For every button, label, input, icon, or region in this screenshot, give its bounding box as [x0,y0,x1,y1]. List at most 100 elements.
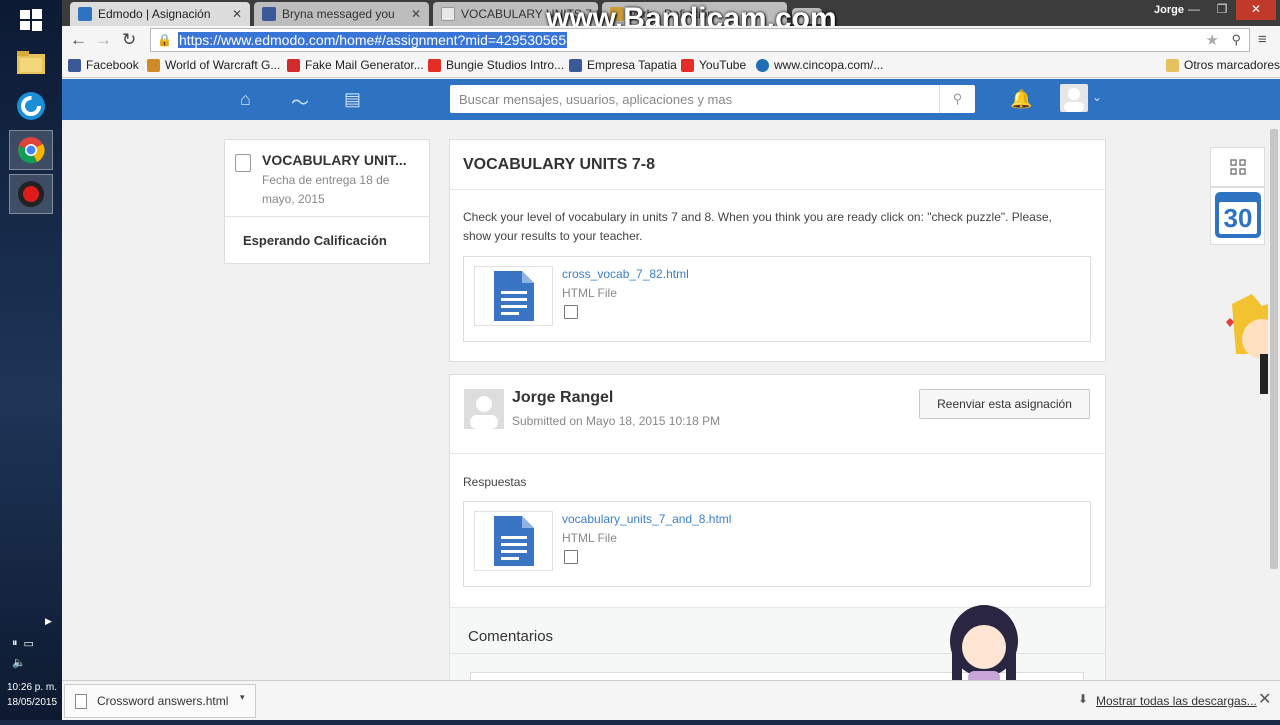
file-name-link[interactable]: cross_vocab_7_82.html [562,267,689,281]
apps-grid-icon[interactable] [1210,147,1265,187]
avatar[interactable] [464,389,504,429]
download-item[interactable]: Crossword answers.html [64,684,256,718]
maximize-button[interactable]: ❐ [1208,0,1236,20]
facebook-favicon-icon [262,7,276,21]
bandicam-record-icon[interactable] [9,174,53,214]
chrome-menu-icon[interactable]: ≡ [1258,31,1267,48]
forward-arrow-icon[interactable]: → [95,30,112,50]
edmodo-page: ⌂ 〜 ▤ Buscar mensajes, usuarios, aplicac… [62,79,1280,680]
attachment-box[interactable]: cross_vocab_7_82.html HTML File [463,256,1091,342]
windows-start-icon[interactable] [9,0,53,40]
assignment-summary-title[interactable]: VOCABULARY UNIT... [262,152,407,168]
cincopa-icon [756,58,769,72]
document-icon [493,271,534,321]
scrollbar-thumb[interactable] [1270,129,1278,569]
grading-status: Esperando Calificación [243,233,387,248]
file-type: HTML File [562,531,617,545]
tray-expand-icon[interactable]: ▶ [45,616,52,627]
close-window-button[interactable]: ✕ [1236,0,1276,20]
windows-taskbar: ▶ ⏸ ▭ 🔈 10:26 p. m. 18/05/2015 [0,0,62,720]
chrome-window: Edmodo | Asignación ✕ Bryna messaged you… [62,0,1280,720]
extension-icon[interactable]: ⚲ [1231,32,1241,48]
close-icon[interactable]: ✕ [1258,689,1271,709]
clock-date: 18/05/2015 [6,697,58,708]
show-all-downloads-link[interactable]: Mostrar todas las descargas... [1096,694,1257,708]
chevron-down-icon[interactable]: ⌄ [1092,90,1102,104]
downloads-bar: Crossword answers.html ▾ ⬇ Mostrar todas… [62,680,1280,720]
download-arrow-icon: ⬇ [1078,692,1089,706]
download-menu-caret-icon[interactable]: ▾ [240,692,245,703]
search-input[interactable]: Buscar mensajes, usuarios, aplicaciones … [450,85,975,113]
file-explorer-icon[interactable] [9,42,53,82]
bookmarks-bar: Facebook World of Warcraft G... Fake Mai… [62,54,1280,78]
lock-icon: 🔒 [157,33,172,47]
bookmark-cincopa[interactable]: www.cincopa.com/... [756,58,883,72]
clock-time: 10:26 p. m. [6,682,58,693]
tab-title: Edmodo | Asignación [98,7,211,21]
bookmark-wow[interactable]: World of Warcraft G... [147,58,280,72]
chrome-icon[interactable] [9,130,53,170]
app-c-icon[interactable] [9,86,53,126]
file-type: HTML File [562,286,617,300]
calendar-icon: 30 [1215,192,1261,238]
close-tab-icon[interactable]: ✕ [411,7,421,21]
responses-label: Respuestas [463,475,527,489]
bookmark-empresa-tapatia[interactable]: Empresa Tapatia [569,58,677,72]
file-name-link[interactable]: vocabulary_units_7_and_8.html [562,512,731,526]
reload-icon[interactable]: ↻ [122,30,136,50]
download-file-name: Crossword answers.html [97,694,229,708]
volume-icon[interactable]: 🔈 [12,656,34,669]
bookmark-fake-mail[interactable]: Fake Mail Generator... [287,58,424,72]
tab-edmodo[interactable]: Edmodo | Asignación ✕ [70,2,250,26]
fake-mail-icon [287,58,300,72]
bookmark-bungie[interactable]: Bungie Studios Intro... [428,58,564,72]
avatar[interactable] [1060,84,1088,112]
resend-assignment-button[interactable]: Reenviar esta asignación [919,389,1090,419]
calendar-widget[interactable]: 30 [1210,187,1265,245]
bookmark-facebook[interactable]: Facebook [68,58,139,72]
file-thumbnail[interactable] [474,511,553,571]
response-attachment-box[interactable]: vocabulary_units_7_and_8.html HTML File [463,501,1091,587]
facebook-icon [569,58,582,72]
home-icon[interactable]: ⌂ [240,89,251,110]
system-tray[interactable]: ⏸ ▭ 🔈 [12,637,34,669]
youtube-icon [428,58,441,72]
notification-bell-icon[interactable]: 🔔 [1010,89,1032,110]
page-scrollbar[interactable] [1268,120,1280,680]
file-icon [75,693,87,709]
minimize-button[interactable]: — [1180,0,1208,20]
search-icon[interactable]: ⚲ [939,85,975,113]
preview-icon[interactable] [564,550,578,564]
edmodo-favicon-icon [78,7,92,21]
preview-icon[interactable] [564,305,578,319]
facebook-icon [68,58,81,72]
network-icon[interactable]: ⏸ ▭ [12,637,34,650]
calendar-day: 30 [1219,202,1257,234]
back-arrow-icon[interactable]: ← [70,30,87,50]
activity-icon[interactable]: 〜 [291,89,309,115]
student-name[interactable]: Jorge Rangel [512,389,613,407]
submitted-timestamp: Submitted on Mayo 18, 2015 10:18 PM [512,414,721,428]
assignment-summary-card: VOCABULARY UNIT... Fecha de entrega 18 d… [224,139,430,264]
tab-facebook[interactable]: Bryna messaged you ✕ [254,2,429,26]
divider [225,216,429,217]
divider [450,189,1105,190]
edmodo-topnav: ⌂ 〜 ▤ Buscar mensajes, usuarios, aplicac… [62,79,1280,120]
url-text[interactable]: https://www.edmodo.com/home#/assignment?… [177,32,568,48]
comments-label: Comentarios [468,628,554,645]
tab-title: Bryna messaged you [282,7,395,21]
document-icon [493,516,534,566]
file-thumbnail[interactable] [474,266,553,326]
due-date: Fecha de entrega 18 de mayo, 2015 [262,173,390,206]
bookmark-youtube[interactable]: YouTube [681,58,746,72]
bookmark-star-icon[interactable]: ★ [1206,31,1219,49]
folder-icon [1166,58,1179,72]
close-tab-icon[interactable]: ✕ [232,7,242,21]
backpack-icon[interactable]: ▤ [344,89,361,110]
wow-icon [147,58,160,72]
other-bookmarks-folder[interactable]: Otros marcadores [1166,58,1280,72]
system-clock[interactable]: 10:26 p. m. 18/05/2015 [2,680,62,710]
page-favicon-icon [441,7,455,21]
divider [450,453,1105,454]
address-bar[interactable]: 🔒 https://www.edmodo.com/home#/assignmen… [150,28,1250,52]
